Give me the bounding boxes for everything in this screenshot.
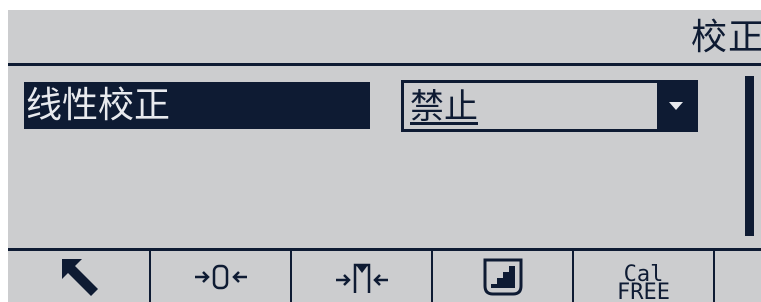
dropdown-arrow-icon[interactable] [657, 83, 695, 129]
cal-free-icon: Cal FREE [617, 263, 670, 302]
print-icon [483, 258, 522, 295]
linear-calibration-label[interactable]: 线性校正 [24, 82, 370, 129]
escape-softkey[interactable] [10, 251, 149, 302]
tare-softkey[interactable] [292, 251, 431, 302]
zero-icon [194, 264, 247, 289]
scrollbar[interactable] [745, 76, 754, 236]
softkey-separator [713, 251, 715, 302]
print-softkey[interactable] [433, 251, 572, 302]
free-label: FREE [617, 279, 670, 302]
zero-softkey[interactable] [151, 251, 290, 302]
escape-arrow-icon [61, 258, 98, 296]
display-screen: 校正 线性校正 禁止 Cal FREE [8, 10, 761, 302]
page-title: 校正 [690, 17, 761, 58]
cal-free-softkey[interactable]: Cal FREE [574, 251, 713, 302]
header-divider [8, 63, 761, 66]
tare-icon [335, 263, 388, 293]
scrollbar-thumb[interactable] [747, 78, 752, 234]
select-value: 禁止 [410, 87, 478, 127]
linear-calibration-select[interactable]: 禁止 [401, 80, 698, 132]
